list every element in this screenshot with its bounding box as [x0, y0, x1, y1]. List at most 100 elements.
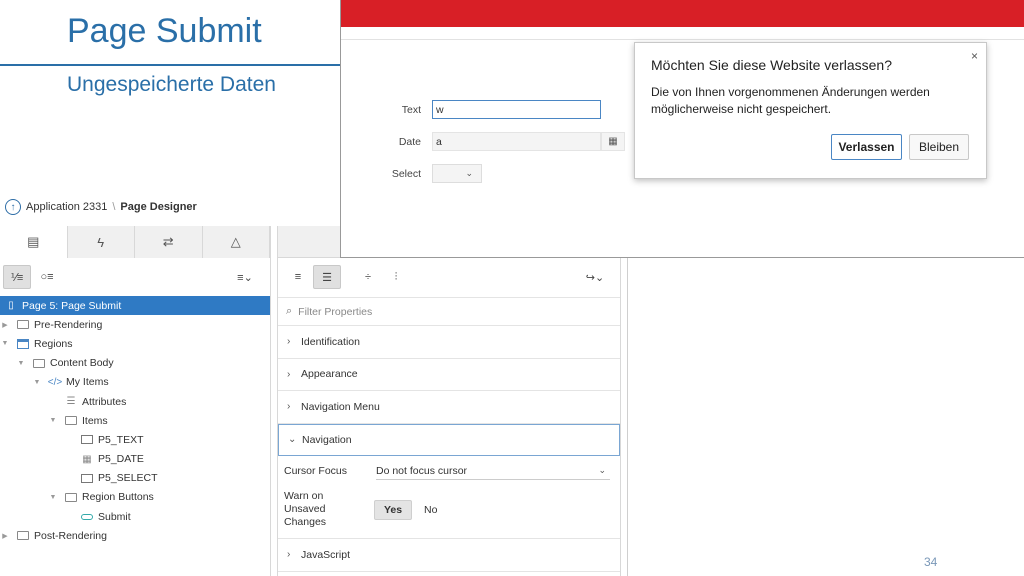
tree-item-post-rendering[interactable]: ▶ Post-Rendering: [0, 526, 270, 545]
stay-button[interactable]: Bleiben: [909, 134, 969, 160]
go-to-group-button[interactable]: ↪⌄: [578, 265, 612, 289]
tree-item-label: Submit: [98, 510, 131, 523]
expanded-arrow-icon[interactable]: ▼: [16, 360, 26, 367]
folder-open-icon: [64, 415, 78, 427]
tree-item-label: P5_TEXT: [98, 433, 144, 446]
tree-item-regions[interactable]: ▼ Regions: [0, 334, 270, 353]
code-icon: </>: [47, 376, 63, 388]
tree-item-attributes[interactable]: ☰ Attributes: [0, 392, 270, 411]
tab-dynamic-actions[interactable]: ϟ: [67, 226, 135, 258]
date-input[interactable]: a: [432, 132, 601, 151]
tree-item-p5-date[interactable]: ▦ P5_DATE: [0, 450, 270, 469]
tree-view-button[interactable]: ⅟≡: [3, 265, 31, 289]
tree-item-label: Regions: [34, 337, 73, 350]
expand-all-button[interactable]: ⫶: [382, 265, 410, 289]
tab-shared-components[interactable]: △: [202, 226, 270, 258]
chevron-right-icon: ›: [287, 368, 291, 380]
tree-item-label: Items: [82, 414, 108, 427]
collapse-all-button[interactable]: ÷: [354, 265, 382, 289]
select-list-icon: [80, 472, 94, 484]
show-common-button[interactable]: ≡: [284, 265, 312, 289]
region-icon: [16, 338, 30, 350]
group-navigation-menu[interactable]: › Navigation Menu: [278, 391, 620, 424]
chevron-down-icon: ⌄: [288, 434, 297, 446]
chevron-right-icon: ›: [287, 549, 291, 561]
warn-no-button[interactable]: No: [424, 504, 437, 516]
tree-item-label: My Items: [66, 376, 109, 389]
search-icon: ⌕: [286, 305, 293, 317]
expanded-arrow-icon[interactable]: ▼: [48, 494, 58, 501]
app-subheader: [341, 27, 1024, 40]
breadcrumb: ↑ Application 2331 \ Page Designer: [0, 194, 340, 220]
text-input[interactable]: w: [432, 100, 601, 119]
expanded-arrow-icon[interactable]: ▼: [32, 379, 42, 386]
leave-page-dialog: Möchten Sie diese Website verlassen? × D…: [634, 42, 987, 179]
tree-item-content-body[interactable]: ▼ Content Body: [0, 354, 270, 373]
cursor-focus-row: Cursor Focus Do not focus cursor ⌄: [278, 456, 620, 486]
tree-item-label: P5_DATE: [98, 453, 144, 466]
expanded-arrow-icon[interactable]: ▼: [48, 417, 58, 424]
tree-item-submit[interactable]: Submit: [0, 507, 270, 526]
chevron-down-icon: ⌄: [465, 168, 473, 178]
lines-all-icon: ☰: [322, 271, 332, 284]
group-label: JavaScript: [301, 548, 351, 561]
calendar-button[interactable]: ▦: [601, 132, 625, 151]
date-label: Date: [398, 136, 421, 148]
component-list-icon: ○≡: [40, 271, 54, 283]
warn-yes-button[interactable]: Yes: [374, 500, 412, 520]
close-icon[interactable]: ×: [971, 49, 978, 63]
breadcrumb-app[interactable]: Application 2331: [26, 201, 107, 213]
numbered-list-icon: ⅟≡: [10, 271, 24, 284]
filter-properties-input[interactable]: ⌕ Filter Properties: [278, 298, 620, 326]
select-input[interactable]: ⌄: [432, 164, 482, 183]
folder-open-icon: [64, 491, 78, 503]
tab-processing[interactable]: ⇄: [135, 226, 203, 258]
group-label: Navigation Menu: [301, 400, 380, 413]
tree-item-label: Attributes: [82, 395, 127, 408]
rendering-pane: ▤ ϟ ⇄ △ ⅟≡ ○≡ ≡⌄ ▯ Page 5: Page Submit ▶…: [0, 226, 271, 576]
button-icon: [80, 511, 94, 523]
cursor-focus-select[interactable]: Do not focus cursor ⌄: [376, 462, 610, 480]
component-view-button[interactable]: ○≡: [33, 265, 61, 289]
tree-item-items[interactable]: ▼ Items: [0, 411, 270, 430]
slide-title-rule: [0, 64, 345, 66]
filter-placeholder: Filter Properties: [298, 305, 373, 318]
group-identification[interactable]: › Identification: [278, 326, 620, 359]
collapsed-arrow-icon[interactable]: ▶: [0, 321, 10, 329]
tree-item-p5-text[interactable]: P5_TEXT: [0, 430, 270, 449]
group-navigation[interactable]: ⌄ Navigation: [278, 423, 620, 456]
processing-icon: ⇄: [162, 234, 174, 249]
group-javascript[interactable]: › JavaScript: [278, 539, 620, 572]
text-label: Text: [401, 104, 421, 116]
leave-button[interactable]: Verlassen: [831, 134, 902, 160]
group-label: Identification: [301, 335, 360, 348]
dialog-title: Möchten Sie diese Website verlassen?: [651, 57, 892, 73]
show-all-button[interactable]: ☰: [313, 265, 341, 289]
chevron-down-icon: ⌄: [598, 465, 606, 475]
slide-title: Page Submit: [67, 12, 262, 50]
tree-item-label: Region Buttons: [82, 491, 154, 504]
collapsed-arrow-icon[interactable]: ▶: [0, 532, 10, 540]
folder-icon: [16, 319, 30, 331]
tree-toolbar: ⅟≡ ○≡ ≡⌄: [0, 258, 270, 296]
tab-rendering[interactable]: ▤: [0, 226, 68, 258]
group-label: Navigation: [302, 433, 352, 446]
chevron-right-icon: ›: [287, 336, 291, 348]
cursor-focus-value: Do not focus cursor: [376, 464, 468, 477]
tree-item-label: Page 5: Page Submit: [22, 299, 122, 312]
tree-item-p5-select[interactable]: P5_SELECT: [0, 469, 270, 488]
calendar-icon: ▦: [82, 453, 92, 465]
arrow-up-circle-icon[interactable]: ↑: [5, 199, 21, 215]
dialog-message: Die von Ihnen vorgenommenen Änderungen w…: [651, 85, 930, 116]
breadcrumb-separator: \: [112, 201, 116, 213]
tree-item-page[interactable]: ▯ Page 5: Page Submit: [0, 296, 270, 316]
left-tabs: ▤ ϟ ⇄ △: [0, 226, 270, 258]
warn-unsaved-label: Warn on Unsaved Changes: [284, 490, 327, 528]
expanded-arrow-icon[interactable]: ▼: [0, 340, 10, 347]
tree-item-pre-rendering[interactable]: ▶ Pre-Rendering: [0, 315, 270, 334]
group-appearance[interactable]: › Appearance: [278, 359, 620, 391]
tree-menu-button[interactable]: ≡⌄: [228, 265, 262, 289]
tree-item-region-buttons[interactable]: ▼ Region Buttons: [0, 488, 270, 507]
page-icon: ▯: [8, 300, 14, 312]
tree-item-my-items[interactable]: ▼ </> My Items: [0, 373, 270, 392]
